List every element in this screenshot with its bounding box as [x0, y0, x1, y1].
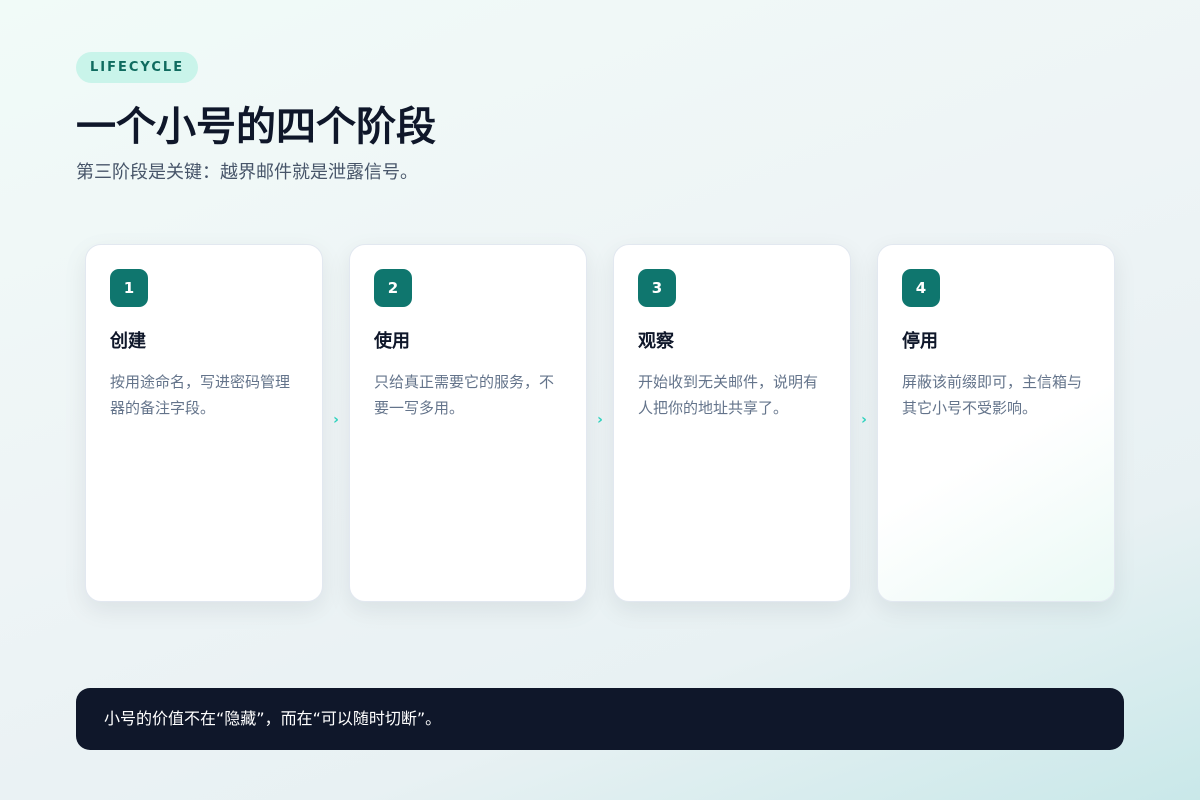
- stage-card-create: 1 创建 按用途命名，写进密码管理器的备注字段。: [85, 244, 323, 602]
- stage-description: 屏蔽该前缀即可，主信箱与其它小号不受影响。: [902, 373, 1083, 417]
- chevron-right-icon: ›: [333, 412, 339, 428]
- page-subtitle: 第三阶段是关键：越界邮件就是泄露信号。: [76, 162, 418, 183]
- stage-description: 开始收到无关邮件，说明有人把你的地址共享了。: [638, 373, 819, 417]
- stage-number-badge: 1: [110, 269, 148, 307]
- stage-card-use: 2 使用 只给真正需要它的服务，不要一写多用。: [349, 244, 587, 602]
- stage-title: 创建: [110, 331, 146, 352]
- stage-title: 观察: [638, 331, 674, 352]
- stage-number-badge: 2: [374, 269, 412, 307]
- chevron-right-icon: ›: [597, 412, 603, 428]
- page-title: 一个小号的四个阶段: [76, 104, 436, 150]
- stage-number-badge: 3: [638, 269, 676, 307]
- stage-description: 只给真正需要它的服务，不要一写多用。: [374, 373, 555, 417]
- lifecycle-tag: LIFECYCLE: [76, 52, 199, 83]
- chevron-right-icon: ›: [861, 412, 867, 428]
- stage-title: 停用: [902, 331, 938, 352]
- footer-callout: 小号的价值不在“隐藏”，而在“可以随时切断”。: [76, 688, 1124, 750]
- stage-card-retire: 4 停用 屏蔽该前缀即可，主信箱与其它小号不受影响。: [877, 244, 1115, 602]
- stage-title: 使用: [374, 331, 410, 352]
- stage-number-badge: 4: [902, 269, 940, 307]
- stage-card-observe: 3 观察 开始收到无关邮件，说明有人把你的地址共享了。: [613, 244, 851, 602]
- stage-description: 按用途命名，写进密码管理器的备注字段。: [110, 373, 291, 417]
